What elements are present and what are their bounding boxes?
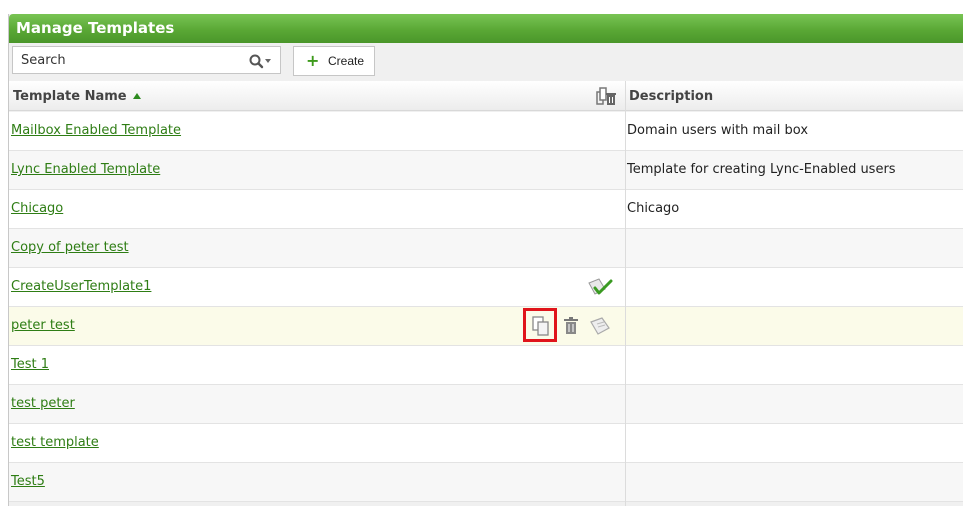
- template-name-link[interactable]: Lync Enabled Template: [11, 162, 160, 177]
- panel-header: Manage Templates: [9, 14, 963, 43]
- column-header-description[interactable]: Description: [629, 89, 713, 104]
- sort-ascending-icon: [132, 93, 141, 99]
- column-divider: [625, 81, 626, 506]
- table-row: Lync Enabled Template Template for creat…: [9, 151, 963, 190]
- table-row: test template: [9, 424, 963, 463]
- plus-icon: +: [306, 51, 320, 70]
- set-default-icon[interactable]: [589, 316, 613, 336]
- table-header: Template Name Description: [9, 81, 963, 111]
- template-name-link[interactable]: peter test: [11, 318, 75, 333]
- manage-templates-panel: Manage Templates Search + Create Templat…: [8, 14, 963, 506]
- table-row: Chicago Chicago: [9, 190, 963, 229]
- template-name-link[interactable]: CreateUserTemplate1: [11, 279, 151, 294]
- table-row: CreateUserTemplate1: [9, 268, 963, 307]
- column-header-template-name[interactable]: Template Name: [13, 89, 141, 104]
- panel-title: Manage Templates: [16, 19, 175, 37]
- template-name-link[interactable]: Mailbox Enabled Template: [11, 123, 181, 138]
- template-name-link[interactable]: Test 1: [11, 357, 49, 372]
- create-button[interactable]: + Create: [293, 46, 375, 76]
- search-icon[interactable]: [248, 53, 272, 69]
- template-name-link[interactable]: Chicago: [11, 201, 63, 216]
- search-input[interactable]: Search: [12, 46, 281, 74]
- table-row: Copy of peter test: [9, 229, 963, 268]
- table-row: Test 1: [9, 346, 963, 385]
- table-row: Test5: [9, 463, 963, 502]
- template-description: Template for creating Lync-Enabled users: [627, 162, 896, 177]
- table-row: peter test: [9, 307, 963, 346]
- template-name-link[interactable]: Copy of peter test: [11, 240, 129, 255]
- template-name-link[interactable]: Test5: [11, 474, 45, 489]
- template-name-link[interactable]: test peter: [11, 396, 75, 411]
- default-check-icon[interactable]: [587, 277, 613, 299]
- search-placeholder: Search: [21, 53, 66, 68]
- template-description: Domain users with mail box: [627, 123, 809, 138]
- template-name-link[interactable]: test template: [11, 435, 99, 450]
- create-button-label: Create: [328, 54, 365, 68]
- toolbar: Search + Create: [9, 43, 963, 81]
- column-settings-icon[interactable]: [595, 86, 617, 106]
- trash-icon[interactable]: [563, 317, 579, 335]
- copy-icon[interactable]: [530, 315, 552, 337]
- table-row: Mailbox Enabled Template Domain users wi…: [9, 112, 963, 151]
- template-description: Chicago: [627, 201, 680, 216]
- table-row: test peter: [9, 385, 963, 424]
